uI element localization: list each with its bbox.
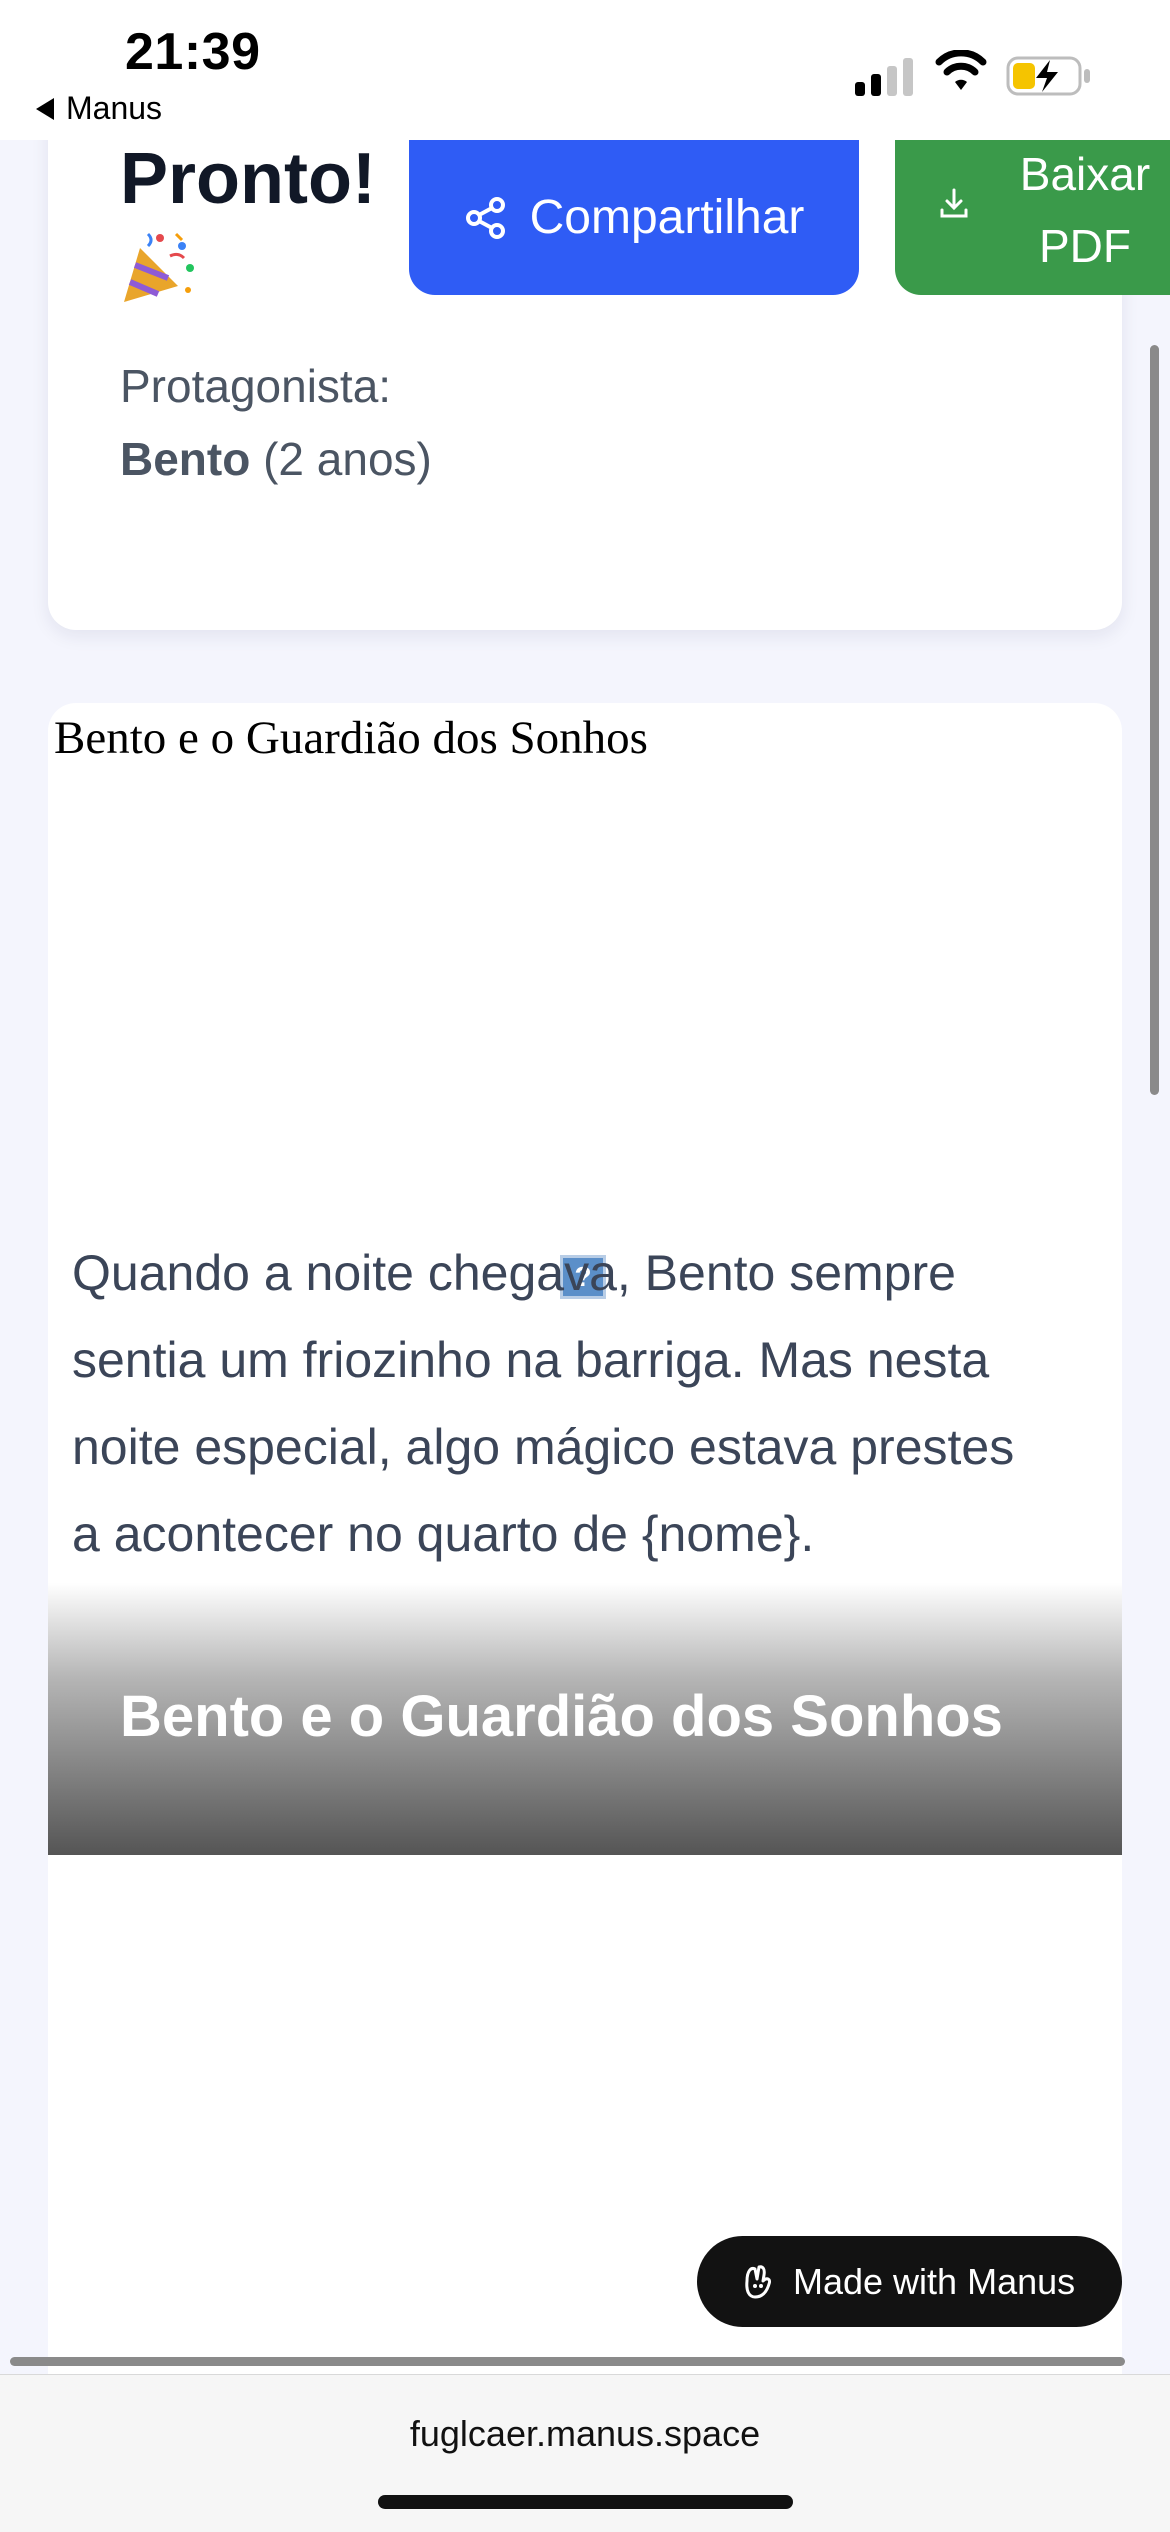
protagonist-label: Protagonista: — [120, 360, 392, 412]
horizontal-scrollbar[interactable] — [10, 2357, 1125, 2366]
back-app-label: Manus — [66, 90, 163, 126]
status-bar: 21:39 Manus — [0, 0, 1170, 140]
manus-hand-icon — [745, 2264, 771, 2298]
url-text[interactable]: fuglcaer.manus.space — [0, 2413, 1170, 2455]
story-card: Bento e o Guardião dos Sonhos ? Bento e … — [48, 703, 1122, 2503]
battery-charging-icon — [1006, 56, 1090, 96]
protagonist-info: Protagonista: Bento (2 anos) — [120, 350, 450, 496]
signal-icon — [855, 56, 915, 96]
protagonist-name: Bento — [120, 433, 251, 485]
browser-address-bar[interactable]: fuglcaer.manus.space — [0, 2374, 1170, 2532]
download-pdf-button[interactable]: Baixar PDF — [895, 140, 1170, 295]
made-with-manus-badge[interactable]: Made with Manus — [697, 2236, 1122, 2327]
story-paragraph: Quando a noite chegava, Bento sempre sen… — [72, 1245, 1015, 1562]
wifi-icon — [935, 50, 987, 90]
share-icon — [465, 196, 505, 239]
download-button-label: Baixar PDF — [1019, 148, 1151, 272]
share-button[interactable]: Compartilhar — [409, 140, 859, 295]
home-indicator[interactable] — [378, 2495, 793, 2509]
vertical-scrollbar[interactable] — [1150, 345, 1159, 1095]
status-time: 21:39 — [125, 23, 261, 81]
download-icon — [940, 188, 968, 218]
back-arrow-icon — [36, 97, 54, 120]
cover-image-alt-text: Bento e o Guardião dos Sonhos — [54, 712, 648, 764]
back-to-app-button[interactable]: Manus — [36, 90, 162, 127]
badge-label: Made with Manus — [793, 2260, 1076, 2302]
page-title: Pronto! — [120, 139, 376, 219]
protagonist-age: (2 anos) — [263, 433, 432, 485]
story-title: Bento e o Guardião dos Sonhos — [120, 1684, 1003, 1749]
share-button-label: Compartilhar — [529, 191, 805, 244]
party-popper-icon — [124, 232, 194, 302]
